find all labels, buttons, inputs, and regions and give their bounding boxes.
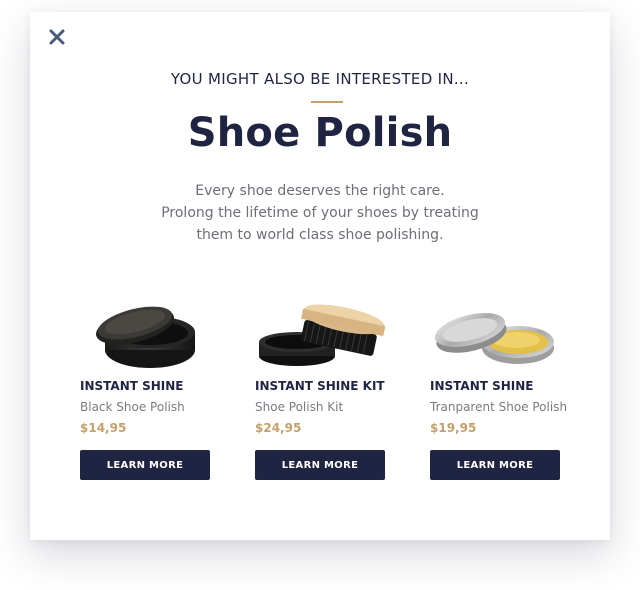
black-polish-tin-icon (95, 306, 195, 368)
product-name: INSTANT SHINE (430, 379, 534, 393)
polish-kit-with-brush-icon (259, 304, 386, 366)
description-line: Every shoe deserves the right care. (195, 183, 445, 199)
learn-more-button[interactable]: LEARN MORE (430, 450, 560, 480)
product-image (430, 292, 560, 372)
recommendation-modal: YOU MIGHT ALSO BE INTERESTED IN... Shoe … (30, 12, 610, 540)
title-divider (311, 101, 343, 103)
product-subtitle: Tranparent Shoe Polish (430, 400, 568, 414)
product-price: $19,95 (430, 421, 477, 435)
product-list: INSTANT SHINE Black Shoe Polish $14,95 L… (80, 292, 580, 492)
product-image (255, 292, 386, 372)
product-name: INSTANT SHINE (80, 379, 184, 393)
product-subtitle: Black Shoe Polish (80, 400, 185, 414)
modal-description: Every shoe deserves the right care. Prol… (120, 180, 520, 246)
close-icon[interactable] (46, 26, 68, 48)
learn-more-button[interactable]: LEARN MORE (80, 450, 210, 480)
product-price: $24,95 (255, 421, 302, 435)
learn-more-button[interactable]: LEARN MORE (255, 450, 385, 480)
product-subtitle: Shoe Polish Kit (255, 400, 344, 414)
modal-title: Shoe Polish (187, 110, 453, 156)
transparent-polish-tin-icon (434, 313, 554, 364)
description-line: them to world class shoe polishing. (196, 227, 444, 243)
description-line: Prolong the lifetime of your shoes by tr… (161, 205, 479, 221)
product-image (80, 292, 210, 372)
modal-eyebrow: YOU MIGHT ALSO BE INTERESTED IN... (170, 70, 470, 88)
product-price: $14,95 (80, 421, 127, 435)
product-name: INSTANT SHINE KIT (255, 379, 385, 393)
